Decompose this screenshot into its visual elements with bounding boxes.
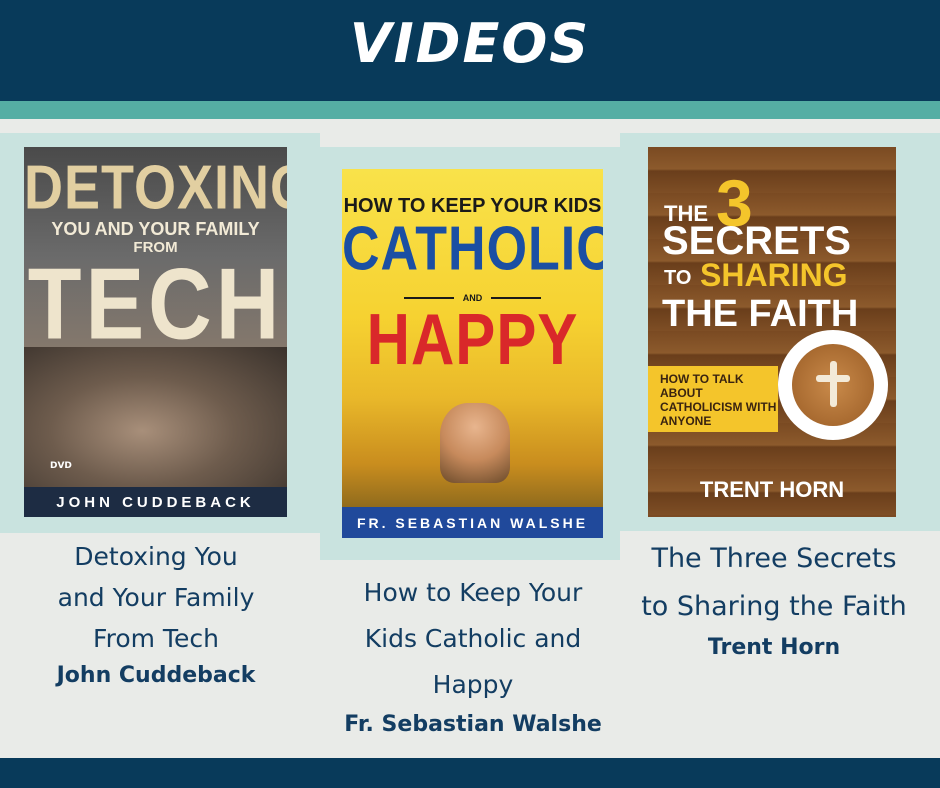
video-author: Fr. Sebastian Walshe	[344, 712, 602, 737]
cover-title-line: HAPPY	[366, 299, 579, 380]
video-title-line[interactable]: Happy	[318, 662, 628, 708]
video-title-line[interactable]: From Tech	[0, 618, 312, 659]
page-title: VIDEOS	[349, 12, 591, 75]
video-caption-2: How to Keep Your Kids Catholic and Happy…	[318, 570, 628, 737]
cover-title-line: TECH	[27, 246, 284, 361]
header-bar: VIDEOS	[0, 0, 940, 101]
video-author: John Cuddeback	[56, 663, 256, 688]
cross-icon	[830, 361, 837, 407]
cover-title-line: YOU AND YOUR FAMILY	[51, 219, 260, 239]
video-title-line[interactable]: The Three Secrets	[622, 535, 926, 583]
cross-icon	[816, 375, 850, 382]
accent-stripe	[0, 101, 940, 119]
video-title-line[interactable]: Kids Catholic and	[318, 616, 628, 662]
video-title-line[interactable]: How to Keep Your	[318, 570, 628, 616]
video-cover-catholic-happy[interactable]: HOW TO KEEP YOUR KIDS CATHOLIC AND HAPPY…	[342, 169, 603, 538]
video-title-line[interactable]: Detoxing You	[0, 536, 312, 577]
cover-author: JOHN CUDDEBACK	[56, 494, 255, 511]
video-caption-3: The Three Secrets to Sharing the Faith T…	[622, 535, 926, 660]
cover-title-line: SHARING	[700, 257, 848, 293]
video-caption-1: Detoxing You and Your Family From Tech J…	[0, 536, 312, 688]
video-cover-three-secrets[interactable]: THE 3 SECRETS TO SHARING THE FAITH HOW T…	[648, 147, 896, 517]
video-author: Trent Horn	[707, 635, 841, 660]
video-cover-detoxing[interactable]: DETOXING YOU AND YOUR FAMILY FROM TECH D…	[24, 147, 287, 517]
cover-title-line: TO	[664, 267, 692, 289]
footer-bar	[0, 758, 940, 788]
cover-title-line: CATHOLIC	[342, 214, 603, 284]
cover-photo	[440, 403, 510, 483]
dvd-logo: DVD	[50, 461, 72, 471]
cover-title-line: DETOXING	[24, 153, 287, 223]
cover-author: TRENT HORN	[699, 477, 845, 502]
cover-author: FR. SEBASTIAN WALSHE	[356, 515, 589, 531]
video-title-line[interactable]: and Your Family	[0, 577, 312, 618]
cover-subtitle: HOW TO TALK ABOUT CATHOLICISM WITH ANYON…	[660, 372, 777, 428]
video-title-line[interactable]: to Sharing the Faith	[622, 583, 926, 631]
